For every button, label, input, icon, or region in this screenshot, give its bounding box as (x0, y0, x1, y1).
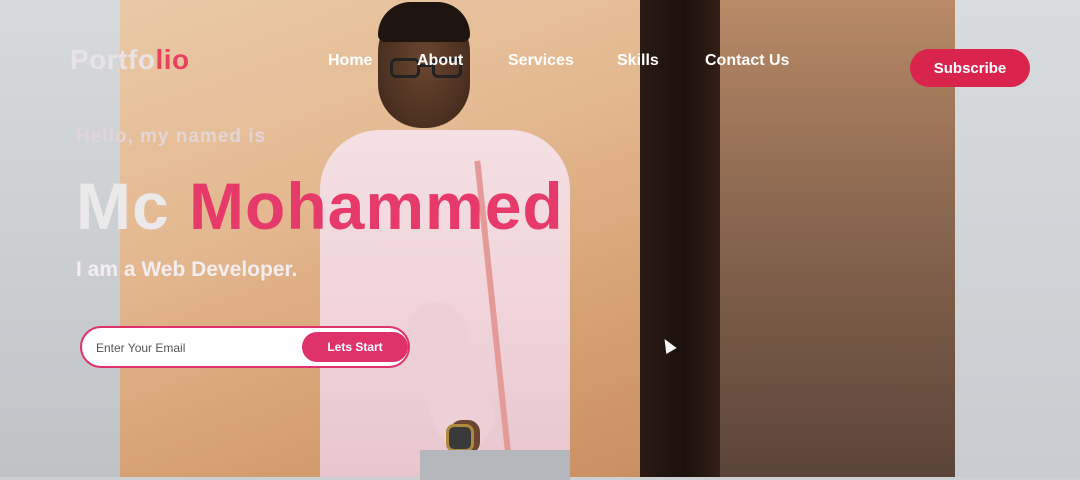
email-signup-form: Lets Start (80, 326, 410, 368)
lets-start-button[interactable]: Lets Start (302, 332, 408, 362)
hero-name: Mc Mohammed (76, 168, 564, 244)
portrait-hair (378, 2, 470, 42)
nav-link-skills[interactable]: Skills (617, 52, 659, 70)
nav-link-contact[interactable]: Contact Us (705, 52, 789, 70)
hero-role: I am a Web Developer. (76, 258, 298, 281)
hero-first-name: Mc (76, 169, 170, 243)
hero-last-name: Mohammed (189, 169, 564, 243)
nav-link-services[interactable]: Services (508, 52, 574, 70)
email-input[interactable] (94, 337, 298, 359)
hero-greeting: Hello, my named is (76, 126, 267, 147)
nav-link-about[interactable]: About (417, 52, 463, 70)
subscribe-button[interactable]: Subscribe (910, 49, 1030, 87)
portrait-pants (420, 450, 570, 480)
nav-link-home[interactable]: Home (328, 52, 372, 70)
wristwatch (446, 424, 474, 452)
